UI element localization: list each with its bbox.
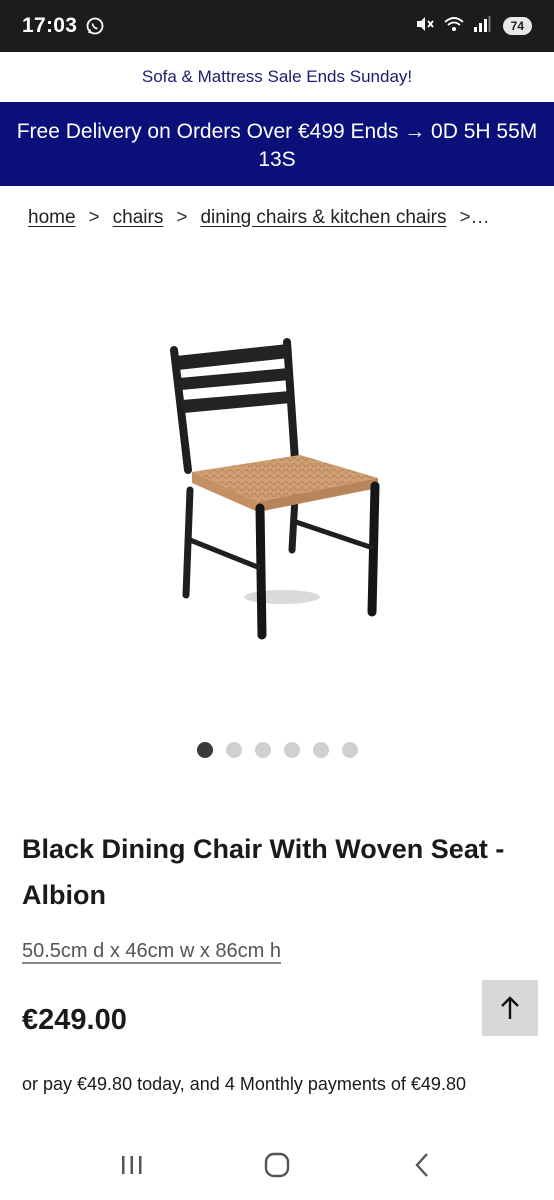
product-image[interactable] <box>140 300 430 660</box>
status-bar: 17:03 74 <box>0 0 554 52</box>
mute-icon <box>415 15 435 38</box>
promo-banner[interactable]: Sofa & Mattress Sale Ends Sunday! <box>0 52 554 102</box>
recent-apps-button[interactable] <box>112 1145 152 1185</box>
home-button[interactable] <box>257 1145 297 1185</box>
system-nav-bar <box>0 1130 554 1200</box>
scroll-to-top-button[interactable] <box>482 980 538 1036</box>
breadcrumb-separator: > <box>176 207 188 228</box>
breadcrumb: home > chairs > dining chairs & kitchen … <box>28 207 538 229</box>
installment-payment-text: or pay €49.80 today, and 4 Monthly payme… <box>22 1074 466 1094</box>
breadcrumb-overflow[interactable]: >… <box>460 207 490 229</box>
wifi-icon <box>443 15 465 38</box>
breadcrumb-chairs[interactable]: chairs <box>113 207 164 229</box>
breadcrumb-separator: > <box>88 207 100 228</box>
delivery-banner: Free Delivery on Orders Over €499 Ends →… <box>0 102 554 186</box>
delivery-text: Free Delivery on Orders Over €499 Ends →… <box>16 120 538 171</box>
arrow-up-icon <box>501 996 519 1019</box>
carousel-dot[interactable] <box>283 742 300 758</box>
status-icons: 74 <box>415 15 532 38</box>
chair-image <box>170 338 380 640</box>
breadcrumb-dining-chairs[interactable]: dining chairs & kitchen chairs <box>200 207 446 229</box>
battery-indicator: 74 <box>502 17 532 35</box>
whatsapp-icon <box>85 16 105 36</box>
carousel-dot[interactable] <box>312 742 329 758</box>
breadcrumb-home[interactable]: home <box>28 207 76 229</box>
recent-apps-icon <box>122 1156 142 1174</box>
product-dimensions-link[interactable]: 50.5cm d x 46cm w x 86cm h <box>22 940 281 963</box>
carousel-dot[interactable] <box>254 742 271 758</box>
status-time: 17:03 <box>22 14 78 37</box>
carousel-dot[interactable] <box>225 742 242 758</box>
promo-text: Sofa & Mattress Sale Ends Sunday! <box>141 67 413 86</box>
back-icon <box>415 1153 428 1177</box>
home-icon <box>264 1152 290 1178</box>
signal-icon <box>473 15 491 38</box>
carousel-dot[interactable] <box>196 742 213 758</box>
image-carousel-dots <box>0 742 554 758</box>
carousel-dot[interactable] <box>341 742 358 758</box>
product-title: Black Dining Chair With Woven Seat - Alb… <box>22 834 505 910</box>
product-price: €249.00 <box>22 1004 127 1036</box>
back-button[interactable] <box>402 1145 442 1185</box>
